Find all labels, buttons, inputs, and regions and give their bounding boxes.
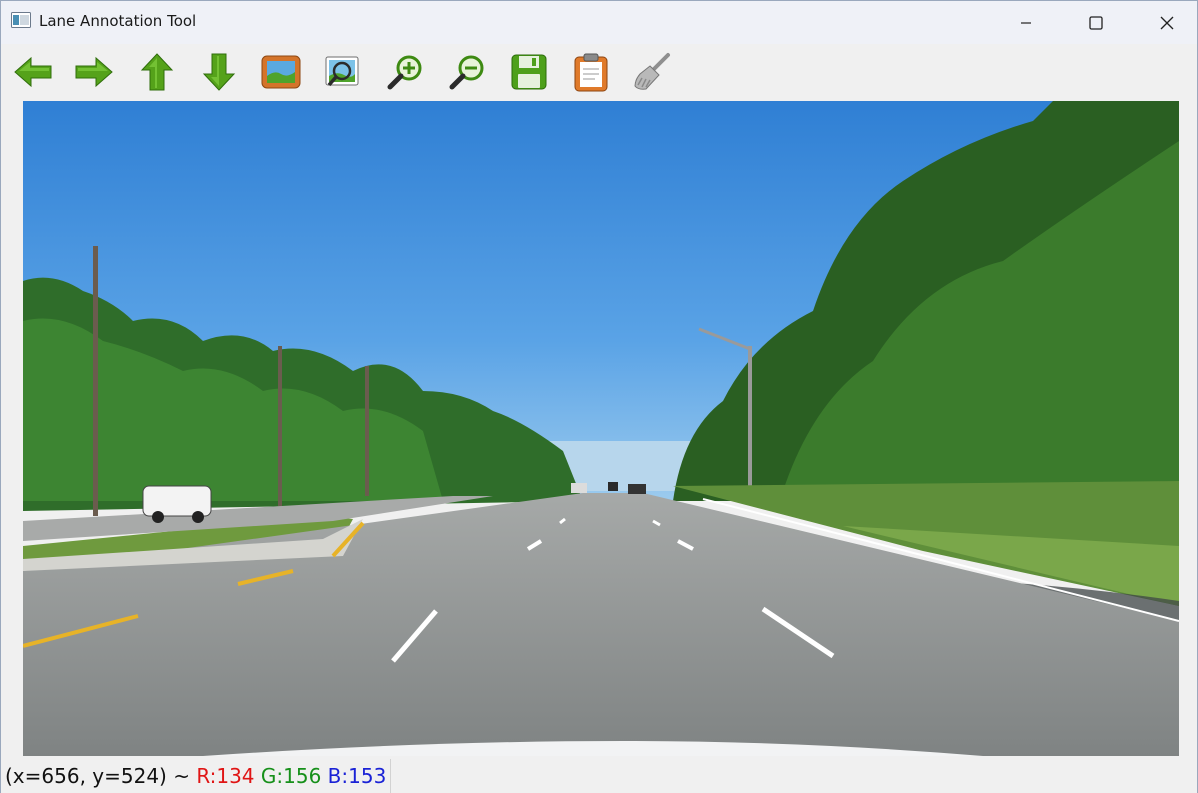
pixel-info: (x=656, y=524) ~ R:134 G:156 B:153 [1, 759, 392, 793]
arrow-down-icon [202, 52, 236, 96]
arrow-up-icon [140, 52, 174, 96]
previous-image-button[interactable] [11, 52, 55, 96]
close-icon [1160, 16, 1174, 30]
cursor-coordinates: (x=656, y=524) ~ [5, 764, 197, 788]
blue-value: B:153 [327, 764, 387, 788]
save-icon [511, 54, 547, 94]
zoom-in-icon [386, 53, 424, 95]
minimize-button[interactable] [1003, 1, 1049, 44]
window-title: Lane Annotation Tool [39, 12, 197, 30]
title-bar[interactable]: Lane Annotation Tool [1, 1, 1197, 44]
move-up-button[interactable] [135, 52, 179, 96]
red-value: R:134 [196, 764, 255, 788]
status-bar: (x=656, y=524) ~ R:134 G:156 B:153 [1, 759, 1197, 793]
close-button[interactable] [1144, 1, 1190, 44]
zoom-out-button[interactable] [445, 52, 489, 96]
app-window: Lane Annotation Tool (x=656, y=524) ~ R:… [0, 0, 1198, 793]
road-scene-image [23, 101, 1179, 756]
fit-view-button[interactable] [320, 52, 364, 96]
move-down-button[interactable] [197, 52, 241, 96]
clipboard-button[interactable] [569, 52, 613, 96]
open-image-button[interactable] [259, 52, 303, 96]
next-image-button[interactable] [72, 52, 116, 96]
maximize-icon [1089, 15, 1103, 30]
clipboard-icon [573, 52, 609, 96]
image-canvas[interactable] [23, 101, 1179, 756]
zoom-in-button[interactable] [383, 52, 427, 96]
zoom-out-icon [448, 53, 486, 95]
image-icon [261, 54, 301, 94]
minimize-icon [1020, 17, 1032, 29]
green-value: G:156 [260, 764, 322, 788]
arrow-left-icon [13, 55, 53, 93]
clear-button[interactable] [630, 52, 674, 96]
save-button[interactable] [507, 52, 551, 96]
app-window-icon [11, 12, 31, 28]
maximize-button[interactable] [1073, 1, 1119, 44]
arrow-right-icon [74, 55, 114, 93]
broom-icon [632, 52, 672, 96]
toolbar [1, 44, 1197, 101]
image-zoom-icon [322, 54, 362, 94]
